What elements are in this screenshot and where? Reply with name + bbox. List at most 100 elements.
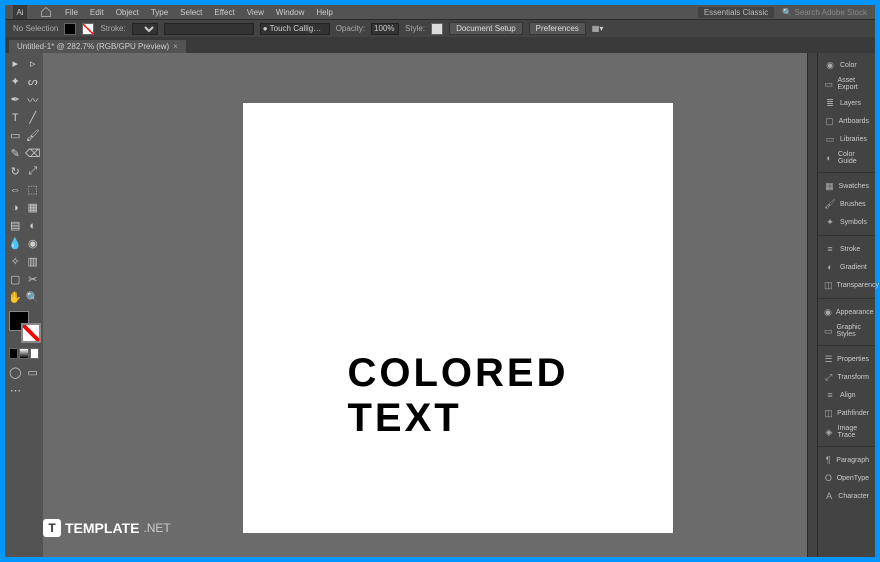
panel-libraries[interactable]: ▭Libraries [818, 131, 875, 147]
stroke-swatch[interactable] [82, 23, 94, 35]
watermark-suffix: .NET [143, 521, 170, 535]
pen-tool-icon[interactable]: ✒ [7, 91, 24, 108]
color-mode-icon[interactable] [9, 348, 18, 359]
panel-image-trace[interactable]: ◈Image Trace [818, 423, 875, 441]
selection-tool-icon[interactable]: ▸ [7, 55, 24, 72]
home-icon[interactable] [39, 5, 53, 19]
none-mode-icon[interactable] [30, 348, 39, 359]
swatches-icon: ▦ [824, 180, 835, 192]
panel-symbols[interactable]: ✦Symbols [818, 214, 875, 230]
style-swatch[interactable] [431, 23, 443, 35]
menu-view[interactable]: View [247, 8, 264, 17]
column-graph-tool-icon[interactable]: ▥ [25, 253, 42, 270]
panel-graphic-styles[interactable]: ▭Graphic Styles [818, 322, 875, 340]
panel-stroke[interactable]: ≡Stroke [818, 241, 875, 257]
opentype-icon: O [824, 472, 833, 484]
brush-select[interactable]: ● Touch Callig… [260, 23, 330, 35]
hand-tool-icon[interactable]: ✋ [7, 289, 24, 306]
line-tool-icon[interactable]: ╱ [25, 109, 42, 126]
free-transform-tool-icon[interactable]: ⬚ [25, 181, 42, 198]
opacity-label: Opacity: [336, 24, 365, 33]
menu-select[interactable]: Select [180, 8, 202, 17]
panel-toggle-strip[interactable] [807, 53, 817, 557]
gradient-tool-icon[interactable]: ◐ [25, 217, 42, 234]
mesh-tool-icon[interactable]: ▤ [7, 217, 24, 234]
artboard-tool-icon[interactable]: ▢ [7, 271, 24, 288]
menu-help[interactable]: Help [316, 8, 332, 17]
document-tab[interactable]: Untitled-1* @ 282.7% (RGB/GPU Preview) × [9, 40, 186, 53]
panel-color-guide[interactable]: ◐Color Guide [818, 149, 875, 167]
artboard[interactable]: COLORED TEXT [243, 103, 673, 533]
rotate-tool-icon[interactable]: ↻ [7, 163, 24, 180]
image-trace-icon: ◈ [824, 426, 834, 438]
direct-selection-tool-icon[interactable]: ▹ [25, 55, 42, 72]
eyedropper-tool-icon[interactable]: 💧 [7, 235, 24, 252]
transform-icon: ⤢ [824, 371, 833, 383]
preferences-button[interactable]: Preferences [529, 22, 586, 35]
shaper-tool-icon[interactable]: ✎ [7, 145, 24, 162]
menu-bar: Ai File Edit Object Type Select Effect V… [5, 5, 875, 19]
menu-object[interactable]: Object [116, 8, 139, 17]
menu-file[interactable]: File [65, 8, 78, 17]
paragraph-icon: ¶ [824, 454, 832, 466]
document-setup-button[interactable]: Document Setup [449, 22, 523, 35]
panel-appearance[interactable]: ◉Appearance [818, 304, 875, 320]
menu-window[interactable]: Window [276, 8, 304, 17]
close-tab-icon[interactable]: × [173, 42, 178, 51]
fill-swatch[interactable] [64, 23, 76, 35]
scale-tool-icon[interactable]: ⤢ [25, 163, 42, 180]
width-tool-icon[interactable]: ⇔ [7, 181, 24, 198]
fill-stroke-control[interactable] [9, 311, 41, 343]
stroke-color-icon[interactable] [21, 323, 41, 343]
screen-mode-icon[interactable]: ▭ [25, 364, 42, 381]
menu-effect[interactable]: Effect [214, 8, 234, 17]
paintbrush-tool-icon[interactable]: 🖌 [25, 127, 42, 144]
edit-toolbar-icon[interactable]: ⋯ [7, 382, 24, 399]
opacity-input[interactable] [371, 23, 399, 35]
panel-opentype[interactable]: OOpenType [818, 470, 875, 486]
draw-mode-icon[interactable]: ◯ [7, 364, 24, 381]
symbol-sprayer-tool-icon[interactable]: ✧ [7, 253, 24, 270]
eraser-tool-icon[interactable]: ⌫ [25, 145, 42, 162]
panel-transparency[interactable]: ◫Transparency [818, 277, 875, 293]
panel-artboards[interactable]: ▢Artboards [818, 113, 875, 129]
rectangle-tool-icon[interactable]: ▭ [7, 127, 24, 144]
panel-swatches[interactable]: ▦Swatches [818, 178, 875, 194]
panel-properties[interactable]: ☰Properties [818, 351, 875, 367]
type-tool-icon[interactable]: T [7, 109, 24, 126]
stroke-weight-select[interactable] [132, 23, 158, 35]
align-icon[interactable]: ▦▾ [592, 24, 604, 33]
panel-pathfinder[interactable]: ◫Pathfinder [818, 405, 875, 421]
gradient-mode-icon[interactable] [19, 348, 28, 359]
canvas-text[interactable]: COLORED TEXT [348, 351, 569, 441]
panel-color[interactable]: ◉Color [818, 57, 875, 73]
canvas-area[interactable]: COLORED TEXT [43, 53, 807, 557]
stroke-panel-icon: ≡ [824, 243, 836, 255]
search-stock[interactable]: 🔍 Search Adobe Stock [782, 8, 867, 17]
menu-type[interactable]: Type [151, 8, 168, 17]
blend-tool-icon[interactable]: ◉ [25, 235, 42, 252]
perspective-tool-icon[interactable]: ▦ [25, 199, 42, 216]
pathfinder-icon: ◫ [824, 407, 833, 419]
tab-title: Untitled-1* @ 282.7% (RGB/GPU Preview) [17, 42, 169, 51]
menu-edit[interactable]: Edit [90, 8, 104, 17]
panel-character[interactable]: ACharacter [818, 488, 875, 504]
artboards-icon: ▢ [824, 115, 835, 127]
panel-paragraph[interactable]: ¶Paragraph [818, 452, 875, 468]
curvature-tool-icon[interactable]: 〰 [25, 91, 42, 108]
panel-layers[interactable]: ≣Layers [818, 95, 875, 111]
panel-gradient[interactable]: ◐Gradient [818, 259, 875, 275]
panel-brushes[interactable]: 🖌Brushes [818, 196, 875, 212]
magic-wand-tool-icon[interactable]: ✦ [7, 73, 24, 90]
zoom-tool-icon[interactable]: 🔍 [25, 289, 42, 306]
stroke-profile-input[interactable] [164, 23, 254, 35]
control-bar: No Selection Stroke: ● Touch Callig… Opa… [5, 19, 875, 37]
workspace-switcher[interactable]: Essentials Classic [698, 7, 774, 18]
app-logo-icon: Ai [13, 5, 27, 19]
panel-align[interactable]: ≡Align [818, 387, 875, 403]
panel-transform[interactable]: ⤢Transform [818, 369, 875, 385]
shape-builder-tool-icon[interactable]: ◑ [7, 199, 24, 216]
slice-tool-icon[interactable]: ✂ [25, 271, 42, 288]
panel-asset-export[interactable]: ▭Asset Export [818, 75, 875, 93]
lasso-tool-icon[interactable]: ᔕ [25, 73, 42, 90]
